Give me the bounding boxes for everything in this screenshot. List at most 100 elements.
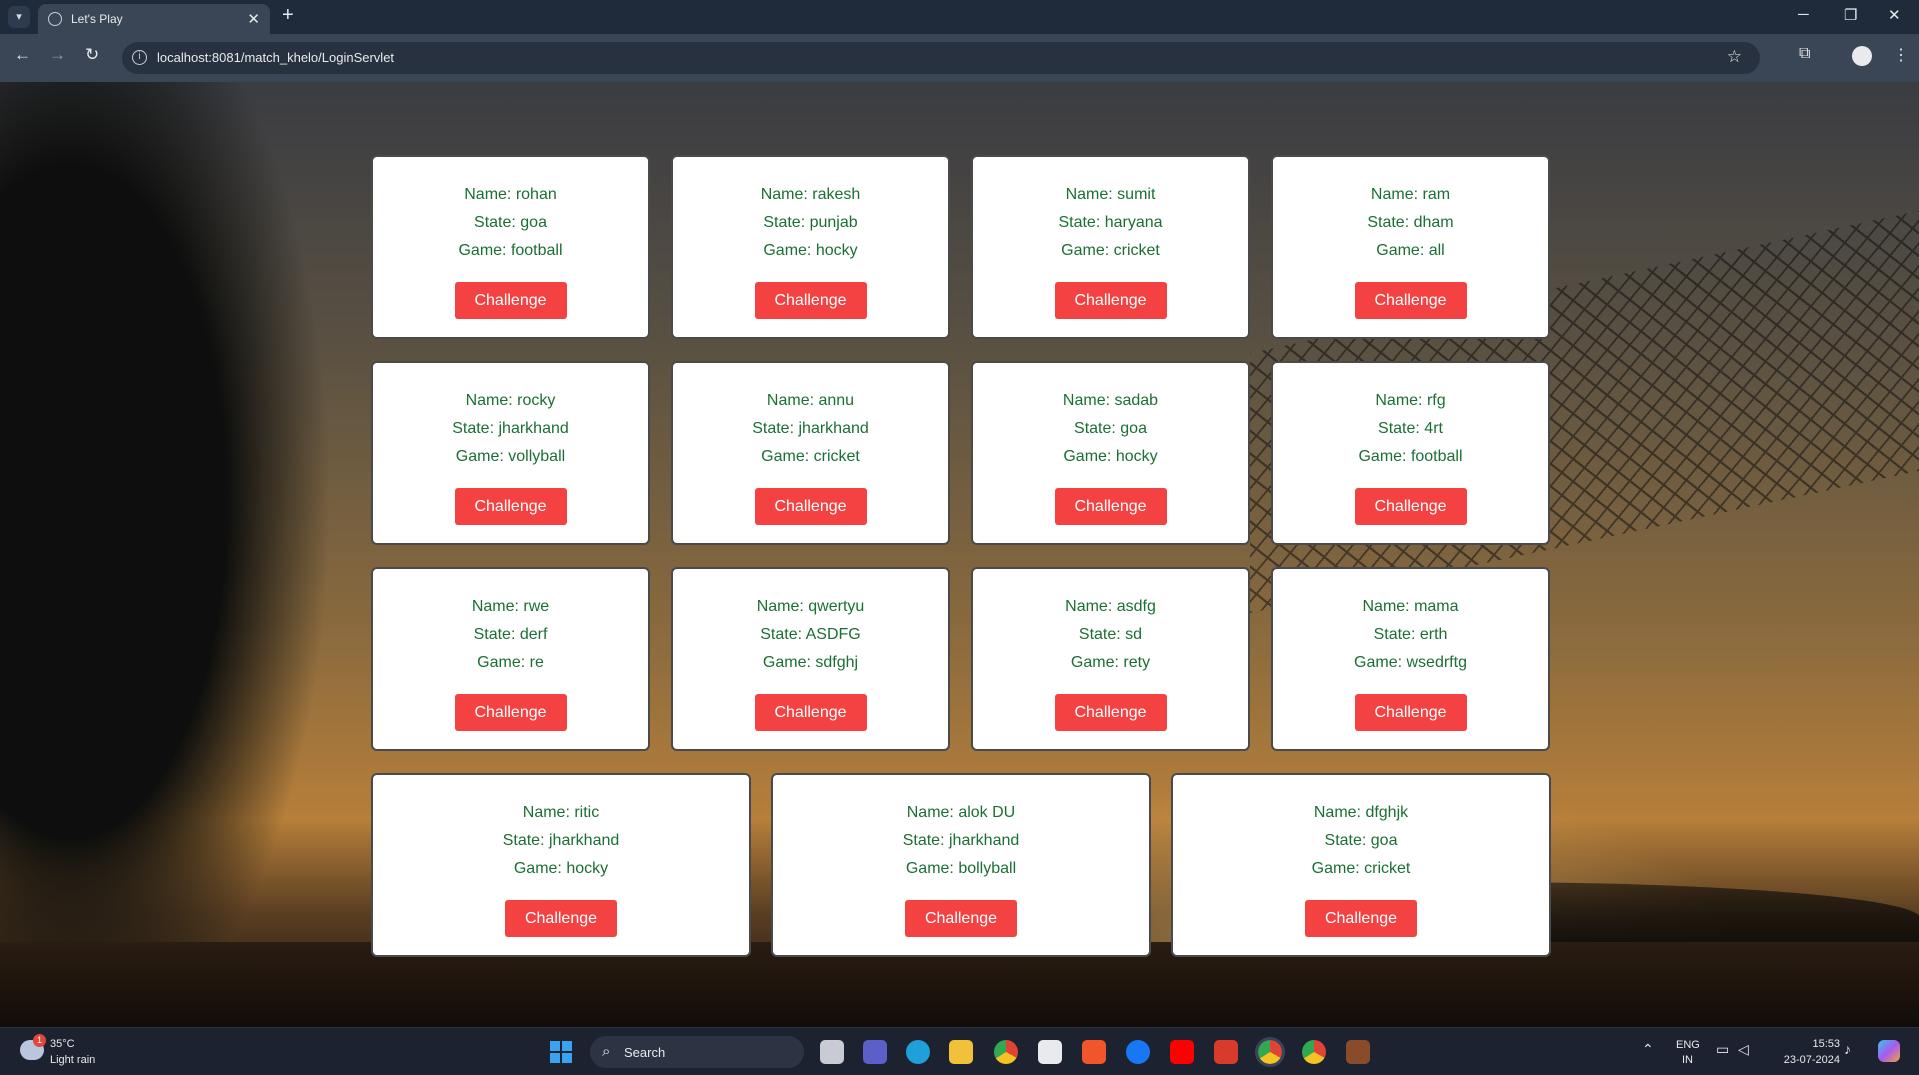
brave-icon[interactable] [1082, 1040, 1106, 1064]
player-state: State: jharkhand [773, 832, 1149, 850]
player-state: State: dham [1273, 214, 1548, 232]
restore-button[interactable]: ❐ [1844, 6, 1857, 24]
challenge-button[interactable]: Challenge [1054, 694, 1167, 731]
language-region[interactable]: IN [1682, 1054, 1693, 1066]
player-state-value: 4rt [1424, 420, 1443, 437]
challenge-button[interactable]: Challenge [754, 694, 867, 731]
player-name-label: Name: [906, 804, 954, 821]
challenge-button[interactable]: Challenge [454, 282, 567, 319]
notification-icon[interactable]: ♪ [1844, 1041, 1851, 1057]
player-name-label: Name: [1313, 804, 1361, 821]
copilot-icon[interactable] [1878, 1040, 1900, 1062]
player-state-label: State: [752, 420, 795, 437]
challenge-button[interactable]: Challenge [905, 900, 1017, 937]
player-name: Name: qwertyu [673, 598, 948, 616]
player-game-value: hocky [566, 860, 609, 877]
browser-tab[interactable]: Let's Play ✕ [38, 4, 270, 34]
volume-icon[interactable]: ◁ [1738, 1041, 1749, 1058]
game-icon[interactable] [1346, 1040, 1370, 1064]
chrome-icon[interactable] [994, 1040, 1018, 1064]
player-name-label: Name: [1062, 392, 1111, 409]
reload-button[interactable]: ↻ [85, 45, 99, 65]
puzzle-icon[interactable]: ⧉ [1799, 45, 1810, 63]
player-name-value: ram [1422, 186, 1451, 203]
player-card: Name: alok DU State: jharkhand Game: bolly… [771, 773, 1151, 957]
network-icon[interactable]: ▭ [1716, 1041, 1729, 1058]
player-game: Game: vollyball [373, 448, 648, 466]
player-game-value: sdfghj [815, 654, 859, 671]
player-name: Name: rocky [373, 392, 648, 410]
clock-date[interactable]: 23-07-2024 [1770, 1054, 1840, 1066]
chrome-active-icon[interactable] [1255, 1037, 1285, 1067]
challenge-button[interactable]: Challenge [1054, 488, 1167, 525]
clock-time[interactable]: 15:53 [1780, 1038, 1840, 1050]
challenge-button[interactable]: Challenge [1354, 282, 1467, 319]
url-text[interactable]: localhost:8081/match_khelo/LoginServlet [157, 50, 394, 65]
challenge-button[interactable]: Challenge [754, 282, 867, 319]
meet-icon[interactable] [863, 1040, 887, 1064]
challenge-button[interactable]: Challenge [454, 694, 567, 731]
weather-temperature[interactable]: 35°C [50, 1038, 75, 1050]
player-card: Name: dfghjk State: goa Game: cricket Chall… [1171, 773, 1551, 957]
challenge-button[interactable]: Challenge [454, 488, 567, 525]
background-trees [0, 82, 420, 1027]
player-state-value: goa [1370, 832, 1398, 849]
player-state-label: State: [1074, 420, 1116, 437]
windows-start-icon[interactable] [550, 1041, 572, 1063]
office-icon[interactable] [1214, 1040, 1238, 1064]
challenge-button[interactable]: Challenge [505, 900, 617, 937]
address-bar[interactable]: i localhost:8081/match_khelo/LoginServle… [122, 42, 1760, 74]
player-name-label: Name: [471, 598, 519, 615]
profile-avatar[interactable] [1852, 46, 1872, 66]
tab-search-button[interactable]: ▾ [8, 6, 30, 28]
challenge-button[interactable]: Challenge [1054, 282, 1167, 319]
facebook-icon[interactable] [1126, 1040, 1150, 1064]
player-state: State: goa [373, 214, 648, 232]
weather-badge: 1 [33, 1034, 46, 1047]
kebab-menu-icon[interactable]: ⋮ [1893, 45, 1909, 65]
player-card: Name: mama State: erth Game: wsedrftg Chall… [1271, 567, 1550, 751]
back-button[interactable]: ← [14, 45, 31, 65]
star-icon[interactable]: ☆ [1727, 47, 1742, 67]
youtube-icon[interactable] [1170, 1040, 1194, 1064]
player-game-label: Game: [1311, 860, 1360, 877]
player-name-label: Name: [766, 392, 815, 409]
language-indicator[interactable]: ENG [1676, 1039, 1700, 1051]
browser-tab-bar: ▾ Let's Play ✕ + ─ ❐ ✕ [0, 0, 1919, 34]
edge-icon[interactable] [906, 1040, 930, 1064]
player-name-label: Name: [465, 392, 513, 409]
challenge-button[interactable]: Challenge [1305, 900, 1417, 937]
new-tab-button[interactable]: + [282, 4, 294, 27]
forward-button[interactable]: → [49, 45, 66, 65]
taskbar-search[interactable]: ⌕ Search [590, 1036, 804, 1068]
player-name-label: Name: [464, 186, 512, 203]
player-card: Name: rfg State: 4rt Game: football Challen… [1271, 361, 1550, 545]
player-state: State: jharkhand [373, 832, 749, 850]
challenge-button[interactable]: Challenge [754, 488, 867, 525]
chrome-profile-icon[interactable] [1302, 1040, 1326, 1064]
challenge-button[interactable]: Challenge [1354, 694, 1467, 731]
player-state-label: State: [760, 626, 803, 643]
close-tab-icon[interactable]: ✕ [247, 10, 260, 28]
player-name: Name: rfg [1273, 392, 1548, 410]
player-state-value: jharkhand [798, 420, 869, 437]
weather-condition[interactable]: Light rain [50, 1054, 95, 1066]
challenge-button[interactable]: Challenge [1354, 488, 1467, 525]
chevron-down-icon: ▾ [16, 11, 22, 23]
minimize-button[interactable]: ─ [1798, 6, 1809, 23]
player-name-value: ritic [574, 804, 600, 821]
store-icon[interactable] [1038, 1040, 1062, 1064]
player-name-label: Name: [1370, 186, 1419, 203]
player-card: Name: annu State: jharkhand Game: cricket C… [671, 361, 950, 545]
player-state-label: State: [502, 832, 545, 849]
player-game-label: Game: [1070, 654, 1119, 671]
file-explorer-icon[interactable] [820, 1040, 844, 1064]
player-name-label: Name: [1065, 598, 1113, 615]
player-name: Name: alok DU [773, 804, 1149, 822]
chevron-up-icon[interactable]: ⌃ [1642, 1041, 1654, 1058]
info-icon[interactable]: i [132, 50, 147, 65]
player-game: Game: football [1273, 448, 1548, 466]
folder-icon[interactable] [949, 1040, 973, 1064]
close-window-button[interactable]: ✕ [1888, 6, 1901, 24]
player-card: Name: ram State: dham Game: all Challenge [1271, 155, 1550, 339]
